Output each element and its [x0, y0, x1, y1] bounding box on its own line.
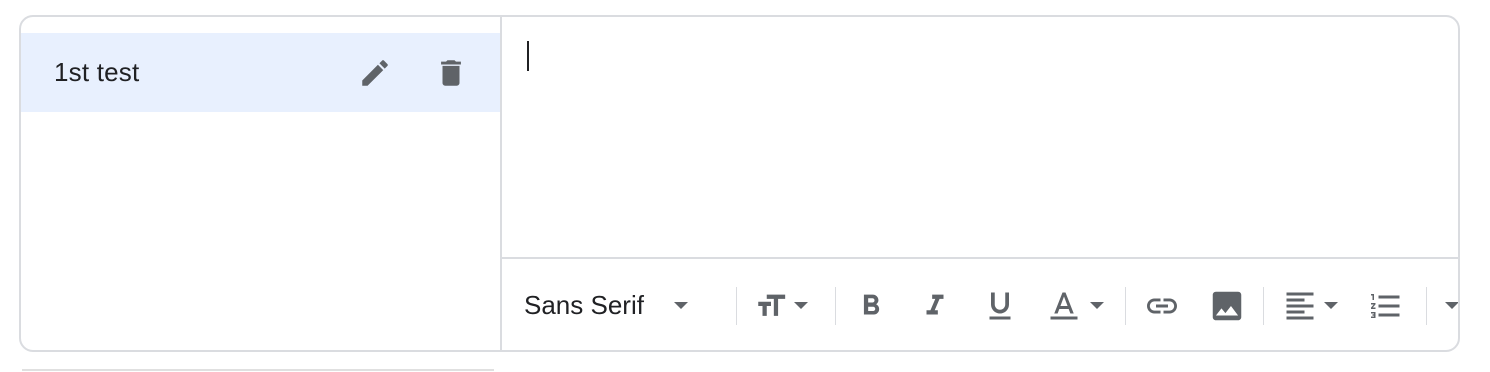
image-icon [1208, 287, 1246, 325]
font-family-select[interactable]: Sans Serif [524, 259, 688, 350]
chevron-down-icon [1090, 302, 1104, 309]
text-size-button[interactable] [754, 259, 808, 350]
more-formatting-button[interactable] [1445, 259, 1458, 350]
numbered-list-icon [1368, 288, 1404, 324]
editor-text-area[interactable] [502, 17, 1458, 257]
insert-image-button[interactable] [1208, 259, 1246, 350]
chevron-down-icon [794, 302, 808, 309]
template-list: 1st test [21, 17, 502, 350]
bold-icon [854, 289, 888, 323]
chevron-down-icon [1324, 302, 1338, 309]
more-formatting-icon [1445, 302, 1458, 309]
toolbar-divider [1426, 287, 1427, 325]
toolbar-divider [835, 287, 836, 325]
toolbar-divider [1125, 287, 1126, 325]
template-item[interactable]: 1st test [21, 33, 500, 112]
underline-icon [982, 288, 1018, 324]
link-icon [1144, 288, 1180, 324]
align-button[interactable] [1282, 259, 1338, 350]
text-color-button[interactable] [1046, 259, 1104, 350]
text-color-icon [1046, 288, 1082, 324]
italic-button[interactable] [918, 259, 952, 350]
align-left-icon [1282, 288, 1318, 324]
toolbar-divider [736, 287, 737, 325]
template-item-label: 1st test [54, 57, 140, 87]
chevron-down-icon [673, 302, 688, 309]
numbered-list-button[interactable] [1368, 259, 1404, 350]
text-size-icon [754, 289, 788, 323]
italic-icon [918, 289, 952, 323]
trash-icon[interactable] [431, 53, 471, 93]
pencil-icon[interactable] [355, 53, 395, 93]
insert-link-button[interactable] [1144, 259, 1180, 350]
underline-button[interactable] [982, 259, 1018, 350]
template-editor: Sans Serif [502, 17, 1458, 350]
formatting-toolbar: Sans Serif [502, 257, 1458, 350]
font-family-label: Sans Serif [524, 290, 644, 320]
templates-panel: 1st test Sans Serif [19, 15, 1460, 352]
toolbar-divider [1263, 287, 1264, 325]
text-cursor [527, 41, 529, 71]
bold-button[interactable] [854, 259, 888, 350]
divider-line [22, 369, 494, 371]
